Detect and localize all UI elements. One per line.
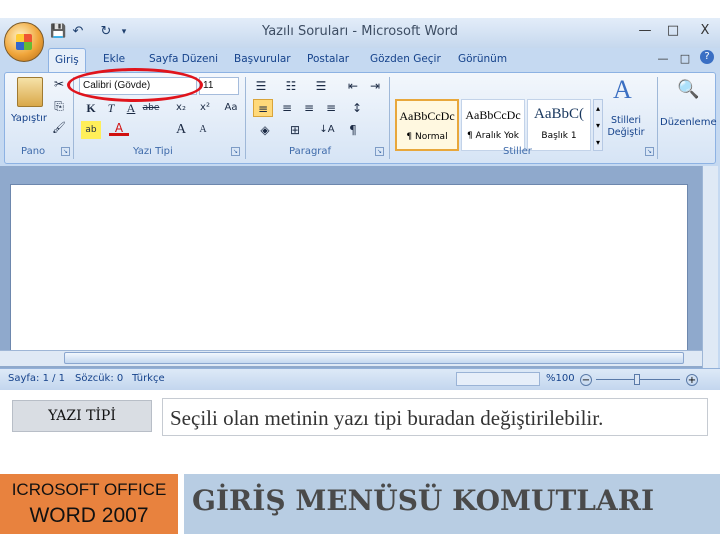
product-line-2: WORD 2007	[29, 504, 149, 527]
word-count[interactable]: Sözcük: 0	[75, 373, 123, 384]
bold-button[interactable]: K	[81, 99, 101, 117]
shrink-font-button[interactable]: A	[193, 121, 213, 139]
change-styles-icon[interactable]: A	[613, 75, 632, 105]
sort-icon[interactable]: ↓A	[317, 121, 337, 139]
binoculars-icon[interactable]: 🔍	[677, 79, 699, 100]
font-size-combo[interactable]: 11	[199, 77, 239, 95]
style-no-spacing[interactable]: AaBbCcDc ¶ Aralık Yok	[461, 99, 525, 151]
copy-icon[interactable]: ⎘	[49, 97, 69, 115]
redo-icon[interactable]: ↻	[98, 24, 114, 40]
office-logo-icon	[16, 34, 32, 50]
yazi-tipi-dialog-launcher[interactable]: ↘	[231, 147, 240, 156]
paste-icon[interactable]	[17, 77, 43, 107]
title-bar: 💾 ↶ ↻ ▾ Yazılı Soruları - Microsoft Word…	[0, 18, 720, 48]
style-heading-1[interactable]: AaBbC( Başlık 1	[527, 99, 591, 151]
close-button[interactable]: X	[696, 23, 714, 41]
style-normal[interactable]: AaBbCcDc ¶ Normal	[395, 99, 459, 151]
zoom-level[interactable]: %100	[546, 373, 575, 384]
minimize-button[interactable]: —	[636, 23, 654, 41]
product-line-1: ICROSOFT OFFICE	[11, 480, 167, 499]
highlight-ellipse	[67, 68, 203, 102]
vertical-scrollbar[interactable]	[702, 166, 718, 372]
group-label-stiller: Stiller	[503, 146, 532, 157]
tab-gorunum[interactable]: Görünüm	[458, 53, 507, 65]
multilevel-list-icon[interactable]: ☰	[311, 77, 331, 95]
grow-font-button[interactable]: A	[171, 121, 191, 139]
decrease-indent-icon[interactable]: ⇤	[343, 77, 363, 95]
group-separator	[389, 77, 390, 159]
product-label: ICROSOFT OFFICE WORD 2007	[0, 474, 178, 534]
document-page[interactable]	[10, 184, 688, 360]
paragraf-dialog-launcher[interactable]: ↘	[375, 147, 384, 156]
tab-giris[interactable]: Giriş	[48, 48, 86, 72]
align-right-icon[interactable]: ≡	[299, 99, 319, 117]
shading-icon[interactable]: ◈	[255, 121, 275, 139]
doc-minimize-button[interactable]: —	[654, 52, 672, 70]
font-color-button[interactable]: A	[109, 121, 129, 136]
line-spacing-icon[interactable]: ↕	[347, 99, 367, 117]
paste-button[interactable]: Yapıştır	[11, 113, 47, 124]
office-button[interactable]	[4, 22, 44, 62]
style-preview: AaBbC(	[534, 106, 584, 122]
align-center-icon[interactable]: ≡	[277, 99, 297, 117]
style-name: ¶ Normal	[406, 132, 448, 142]
change-styles-button[interactable]: Stilleri Değiştir	[603, 115, 649, 139]
tab-postalar[interactable]: Postalar	[307, 53, 349, 65]
term-description: Seçili olan metinin yazı tipi buradan de…	[162, 398, 708, 436]
group-label-yazi-tipi: Yazı Tipi	[133, 146, 173, 157]
zoom-in-icon[interactable]: +	[686, 374, 698, 386]
undo-icon[interactable]: ↶	[70, 24, 86, 40]
slide-heading: GİRİŞ MENÜSÜ KOMUTLARI	[192, 484, 655, 517]
borders-icon[interactable]: ⊞	[285, 121, 305, 139]
help-icon[interactable]: ?	[700, 50, 714, 64]
doc-restore-button[interactable]: □	[676, 52, 694, 70]
tab-basvurular[interactable]: Başvurular	[234, 53, 291, 65]
style-name: Başlık 1	[541, 131, 577, 141]
group-label-paragraf: Paragraf	[289, 146, 332, 157]
customize-toolbar-icon[interactable]: ▾	[116, 24, 132, 40]
bullets-icon[interactable]: ☰	[251, 77, 271, 95]
language-indicator[interactable]: Türkçe	[132, 373, 165, 384]
justify-icon[interactable]: ≡	[321, 99, 341, 117]
group-label-pano: Pano	[21, 146, 46, 157]
tab-gozden-gecir[interactable]: Gözden Geçir	[370, 53, 441, 65]
maximize-button[interactable]: □	[664, 23, 682, 41]
increase-indent-icon[interactable]: ⇥	[365, 77, 385, 95]
show-hide-icon[interactable]: ¶	[343, 121, 363, 139]
highlight-color-button[interactable]: ab	[81, 121, 101, 139]
zoom-slider-thumb[interactable]	[634, 374, 640, 385]
align-left-icon[interactable]: ≡	[253, 99, 273, 117]
style-preview: AaBbCcDc	[465, 108, 521, 122]
zoom-out-icon[interactable]: −	[580, 374, 592, 386]
style-name: ¶ Aralık Yok	[466, 131, 520, 141]
italic-button[interactable]: T	[101, 99, 121, 117]
subscript-button[interactable]: x₂	[171, 99, 191, 117]
pano-dialog-launcher[interactable]: ↘	[61, 147, 70, 156]
view-buttons[interactable]	[456, 372, 540, 386]
horizontal-scroll-thumb[interactable]	[64, 352, 684, 364]
styles-scroll-control[interactable]: ▴ ▾ ▾	[593, 99, 603, 151]
term-label: YAZI TİPİ	[12, 400, 152, 432]
stiller-dialog-launcher[interactable]: ↘	[645, 147, 654, 156]
status-bar: Sayfa: 1 / 1 Sözcük: 0 Türkçe %100 − +	[0, 368, 720, 390]
page-count[interactable]: Sayfa: 1 / 1	[8, 373, 65, 384]
tab-sayfa-duzeni[interactable]: Sayfa Düzeni	[149, 53, 218, 65]
tab-ekle[interactable]: Ekle	[103, 53, 125, 65]
superscript-button[interactable]: x²	[195, 99, 215, 117]
cut-icon[interactable]: ✂	[49, 75, 69, 93]
group-separator	[245, 77, 246, 159]
change-case-button[interactable]: Aa	[221, 99, 241, 117]
numbering-icon[interactable]: ☷	[281, 77, 301, 95]
style-preview: AaBbCcDc	[399, 109, 455, 123]
group-separator	[657, 77, 658, 159]
save-icon[interactable]: 💾	[50, 24, 66, 40]
window-title: Yazılı Soruları - Microsoft Word	[262, 24, 458, 39]
editing-button[interactable]: Düzenleme	[660, 117, 717, 128]
format-painter-icon[interactable]: 🖌	[49, 119, 69, 137]
